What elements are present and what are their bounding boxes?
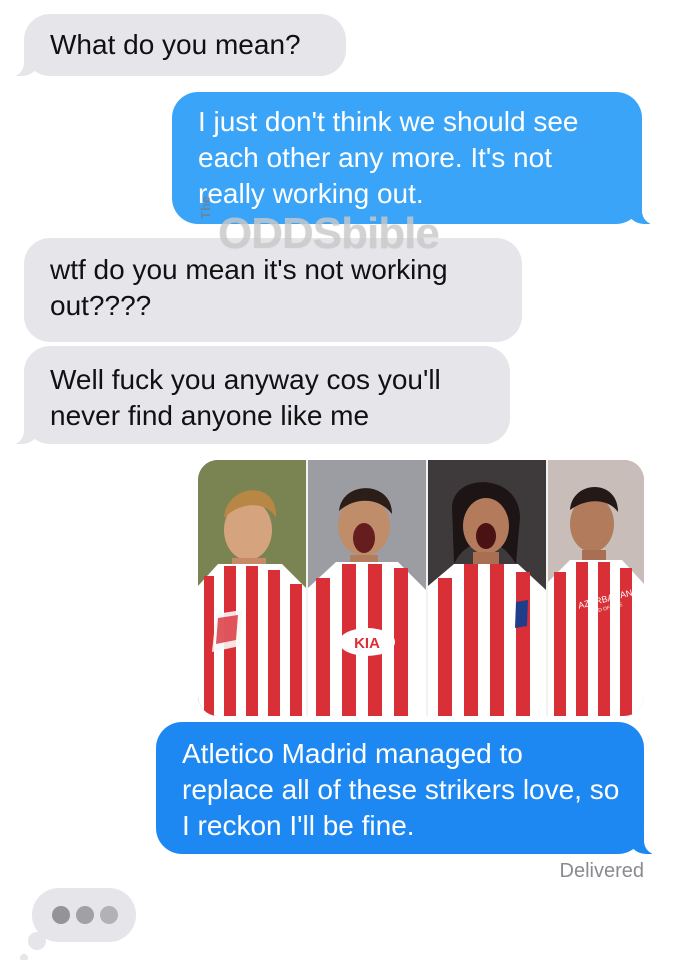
player-photo: KIA [308, 460, 426, 716]
message-text: Atletico Madrid managed to replace all o… [182, 738, 620, 841]
typing-dot-icon [52, 906, 70, 924]
footballer-photo-icon: AZERBAIJAN LAND OF FIRE [548, 460, 644, 716]
footballer-photo-icon [198, 460, 306, 716]
shirt-sponsor-text: KIA [354, 635, 380, 652]
typing-tail [28, 932, 46, 950]
message-text: wtf do you mean it's not working out???? [50, 254, 448, 321]
incoming-message-bubble[interactable]: What do you mean? [6, 14, 346, 77]
footballer-photo-icon: KIA [308, 460, 426, 716]
delivery-status: Delivered [559, 860, 644, 882]
player-photo [428, 460, 546, 716]
image-attachment[interactable]: KIA AZERBAIJAN LAND OF FIRE [198, 460, 644, 716]
typing-tail [20, 954, 28, 960]
message-text: Well fuck you anyway cos you'll never fi… [50, 364, 441, 431]
player-photo: AZERBAIJAN LAND OF FIRE [548, 460, 644, 716]
incoming-message-bubble[interactable]: Well fuck you anyway cos you'll never fi… [6, 346, 510, 445]
footballer-photo-icon [428, 460, 546, 716]
player-photo [198, 460, 306, 716]
message-text: I just don't think we should see each ot… [198, 106, 579, 209]
typing-dot-icon [100, 906, 118, 924]
typing-indicator [20, 888, 136, 960]
outgoing-message-bubble[interactable]: I just don't think we should see each ot… [172, 92, 660, 225]
incoming-message-bubble[interactable]: wtf do you mean it's not working out???? [24, 238, 522, 342]
message-text: What do you mean? [50, 29, 301, 60]
typing-dot-icon [76, 906, 94, 924]
outgoing-message-bubble[interactable]: Atletico Madrid managed to replace all o… [156, 722, 662, 855]
